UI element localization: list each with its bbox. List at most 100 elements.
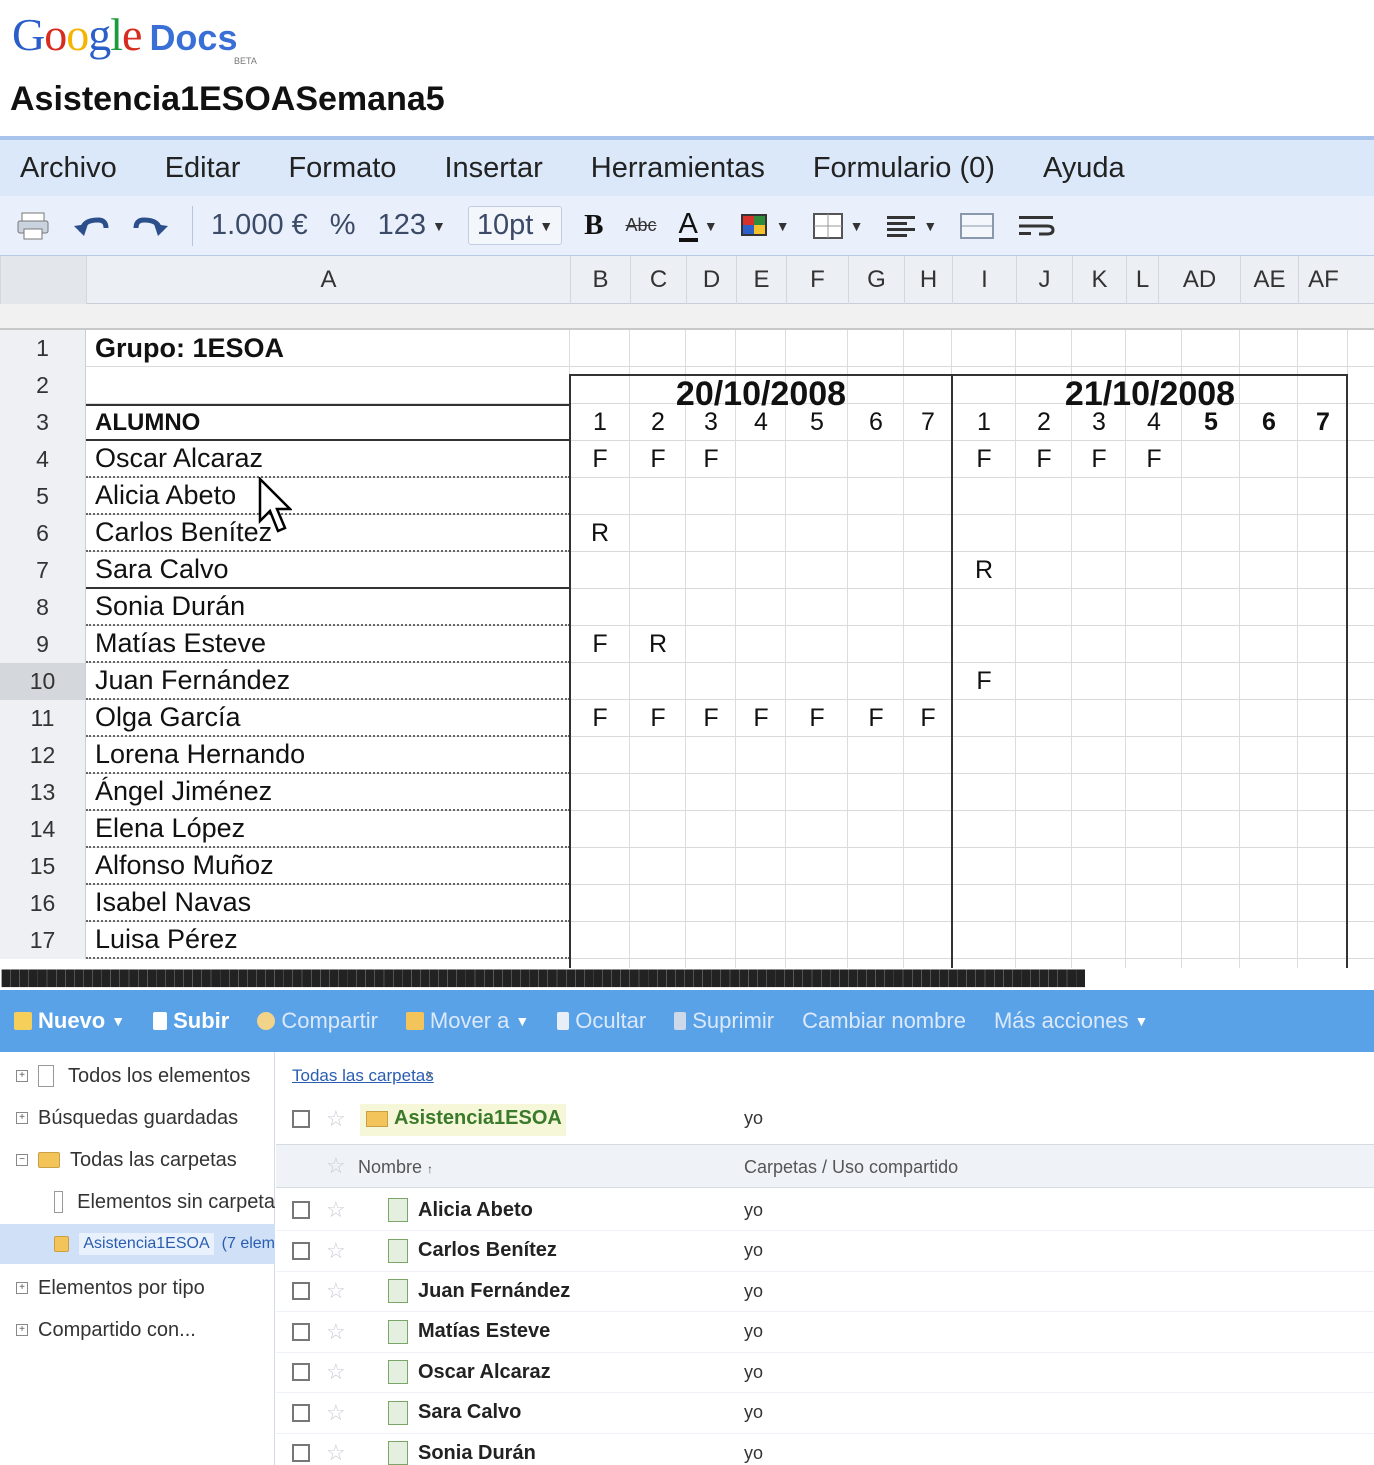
row-number[interactable]: 3 (0, 404, 86, 441)
folder-checkbox[interactable] (292, 1109, 310, 1128)
star-icon[interactable]: ☆ (326, 1278, 346, 1304)
wrap-text-icon[interactable] (1017, 214, 1057, 238)
file-name[interactable]: Carlos Benítez (418, 1239, 557, 1262)
row-number[interactable]: 8 (0, 589, 86, 626)
sidebar-item-by-type[interactable]: + Elementos por tipo (0, 1268, 275, 1308)
row-number[interactable]: 7 (0, 552, 86, 589)
file-name[interactable]: Alicia Abeto (418, 1199, 533, 1222)
date-header-1[interactable]: 20/10/2008 (570, 375, 952, 413)
sidebar-item-shared-with[interactable]: + Compartido con... (0, 1310, 275, 1350)
row-number[interactable]: 6 (0, 515, 86, 552)
folder-name[interactable]: Asistencia1ESOA (394, 1107, 562, 1130)
hide-button[interactable]: Ocultar (557, 1008, 646, 1034)
column-header-l[interactable]: L (1126, 256, 1158, 304)
upload-button[interactable]: Subir (153, 1008, 229, 1034)
file-checkbox[interactable] (292, 1444, 310, 1462)
column-header-ae[interactable]: AE (1240, 256, 1298, 304)
file-name[interactable]: Juan Fernández (418, 1280, 570, 1303)
column-header-d[interactable]: D (686, 256, 736, 304)
row-number[interactable]: 15 (0, 848, 86, 885)
group-label-cell[interactable]: Grupo: 1ESOA (86, 330, 570, 367)
file-checkbox[interactable] (292, 1403, 310, 1422)
row-number[interactable]: 13 (0, 774, 86, 811)
file-row[interactable]: ☆ Sonia Durán yo (276, 1433, 1374, 1465)
student-name-cell[interactable]: Isabel Navas (86, 885, 570, 922)
more-actions-button[interactable]: Más acciones ▼ (994, 1008, 1148, 1034)
row-number[interactable]: 14 (0, 811, 86, 848)
row-number[interactable]: 5 (0, 478, 86, 515)
file-checkbox[interactable] (292, 1363, 310, 1381)
collapse-icon[interactable]: − (16, 1154, 28, 1166)
menu-ayuda[interactable]: Ayuda (1043, 152, 1125, 185)
align-dropdown[interactable]: ▼ (885, 214, 937, 238)
column-header-c[interactable]: C (630, 256, 686, 304)
menu-formulario[interactable]: Formulario (0) (813, 152, 995, 185)
text-color-dropdown[interactable]: A ▼ (678, 209, 718, 242)
fill-color-dropdown[interactable]: ▼ (740, 213, 790, 239)
file-row[interactable]: ☆ Sara Calvo yo (276, 1393, 1374, 1434)
document-title[interactable]: Asistencia1ESOASemana5 (10, 80, 445, 119)
folder-row[interactable]: ☆ Asistencia1ESOA yo (276, 1098, 1374, 1139)
student-name-cell[interactable]: Carlos Benítez (86, 515, 570, 552)
student-name-cell[interactable]: Matías Esteve (86, 626, 570, 663)
column-header-af[interactable]: AF (1298, 256, 1348, 304)
row-number[interactable]: 9 (0, 626, 86, 663)
row-number[interactable]: 11 (0, 700, 86, 737)
row-number[interactable]: 17 (0, 922, 86, 959)
file-name[interactable]: Matías Esteve (418, 1320, 550, 1343)
menu-insertar[interactable]: Insertar (444, 152, 542, 185)
delete-button[interactable]: Suprimir (674, 1008, 774, 1034)
star-icon[interactable]: ☆ (326, 1359, 346, 1385)
google-docs-logo[interactable]: Google Docs BETA (12, 8, 257, 68)
column-header-f[interactable]: F (786, 256, 848, 304)
student-name-cell[interactable]: Juan Fernández (86, 663, 570, 700)
sidebar-item-saved-searches[interactable]: + Búsquedas guardadas (0, 1098, 275, 1138)
new-button[interactable]: Nuevo ▼ (14, 1008, 125, 1034)
column-name-header[interactable]: Nombre ↑ (358, 1157, 433, 1178)
expand-icon[interactable]: + (16, 1070, 28, 1082)
column-header-i[interactable]: I (952, 256, 1016, 304)
select-all-corner[interactable] (0, 256, 86, 304)
percent-format-button[interactable]: % (330, 209, 356, 242)
expand-icon[interactable]: + (16, 1282, 28, 1294)
file-row[interactable]: ☆ Oscar Alcaraz yo (276, 1352, 1374, 1393)
column-header-ad[interactable]: AD (1158, 256, 1240, 304)
file-row[interactable]: ☆ Matías Esteve yo (276, 1312, 1374, 1353)
file-checkbox[interactable] (292, 1201, 310, 1219)
file-checkbox[interactable] (292, 1241, 310, 1260)
sidebar-item-asistencia-folder[interactable]: Asistencia1ESOA (7 elem (0, 1224, 275, 1264)
frozen-row-handle[interactable] (0, 304, 1374, 330)
column-header-b[interactable]: B (570, 256, 630, 304)
share-button[interactable]: Compartir (257, 1008, 378, 1034)
merge-cells-icon[interactable] (959, 212, 995, 240)
student-name-cell[interactable]: Sara Calvo (86, 552, 570, 589)
file-name[interactable]: Sara Calvo (418, 1401, 521, 1424)
student-header-cell[interactable]: ALUMNO (86, 404, 570, 441)
menu-herramientas[interactable]: Herramientas (591, 152, 765, 185)
column-header-j[interactable]: J (1016, 256, 1072, 304)
file-checkbox[interactable] (292, 1282, 310, 1300)
row-number[interactable]: 16 (0, 885, 86, 922)
menu-formato[interactable]: Formato (288, 152, 396, 185)
student-name-cell[interactable]: Oscar Alcaraz (86, 441, 570, 478)
student-name-cell[interactable]: Lorena Hernando (86, 737, 570, 774)
file-name[interactable]: Oscar Alcaraz (418, 1361, 551, 1384)
file-row[interactable]: ☆ Alicia Abeto yo (276, 1190, 1374, 1231)
column-header-h[interactable]: H (904, 256, 952, 304)
sidebar-item-unfiled[interactable]: Elementos sin carpeta (0, 1182, 275, 1222)
currency-format-button[interactable]: 1.000 € (211, 209, 308, 242)
rename-button[interactable]: Cambiar nombre (802, 1008, 966, 1034)
move-to-button[interactable]: Mover a ▼ (405, 1008, 529, 1034)
date-header-2[interactable]: 21/10/2008 (953, 375, 1347, 413)
menu-archivo[interactable]: Archivo (20, 152, 117, 185)
sidebar-item-all-folders[interactable]: − Todas las carpetas (0, 1140, 275, 1180)
column-folders-header[interactable]: Carpetas / Uso compartido (744, 1157, 958, 1178)
student-name-cell[interactable]: Ángel Jiménez (86, 774, 570, 811)
font-size-dropdown[interactable]: 10pt ▼ (467, 206, 563, 245)
star-icon[interactable]: ☆ (326, 1440, 346, 1465)
file-row[interactable]: ☆ Carlos Benítez yo (276, 1231, 1374, 1272)
expand-icon[interactable]: + (16, 1324, 28, 1336)
column-header-k[interactable]: K (1072, 256, 1126, 304)
file-checkbox[interactable] (292, 1322, 310, 1341)
student-name-cell[interactable]: Luisa Pérez (86, 922, 570, 959)
